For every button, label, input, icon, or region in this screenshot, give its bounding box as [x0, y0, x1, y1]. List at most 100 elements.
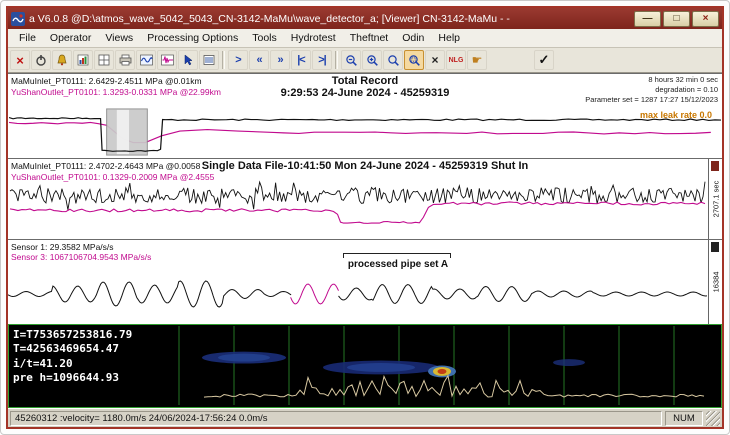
menu-theftnet[interactable]: Theftnet — [343, 30, 396, 46]
single-file-title-wrap: Single Data File-10:41:50 Mon 24-June 20… — [202, 160, 528, 172]
panel-single-data-file[interactable]: MaMuInlet_PT0111: 2.4702-2.4643 MPa @0.0… — [8, 158, 722, 239]
step-forward-button[interactable]: > — [228, 50, 248, 70]
num-lock-indicator: NUM — [665, 411, 703, 426]
check-icon: ✓ — [539, 52, 550, 68]
menu-processing-options[interactable]: Processing Options — [140, 30, 245, 46]
printer-icon — [119, 54, 132, 66]
pointer-tool-button[interactable] — [178, 50, 198, 70]
menu-views[interactable]: Views — [98, 30, 140, 46]
total-record-datetime: 9:29:53 24-June 2024 - 45259319 — [281, 87, 450, 99]
time-scale-label: 2707.1 sec — [711, 181, 720, 218]
rewind-button[interactable]: « — [249, 50, 269, 70]
signal-icon — [161, 54, 174, 66]
menu-help[interactable]: Help — [431, 30, 467, 46]
record-duration: 8 hours 32 min 0 sec — [585, 75, 718, 85]
cursor-icon — [183, 54, 194, 66]
menubar: File Operator Views Processing Options T… — [8, 29, 722, 48]
toolbar-separator — [335, 51, 338, 69]
strip-marker — [711, 242, 719, 252]
bar-chart-icon — [77, 54, 89, 66]
zoom-reset-icon — [387, 54, 400, 67]
bell-icon — [56, 54, 68, 66]
rewind-icon: « — [256, 54, 261, 66]
fast-forward-icon: » — [277, 54, 282, 66]
record-parameter-set: Parameter set = 1287 17:27 15/12/2023 — [585, 95, 718, 105]
zoom-in-icon — [366, 54, 379, 67]
clear-button[interactable]: × — [10, 50, 30, 70]
grid-icon — [98, 54, 110, 66]
grid-view-button[interactable] — [94, 50, 114, 70]
series-outlet-label: YuShanOutlet_PT0101: 0.1329-0.2009 MPa @… — [11, 172, 214, 182]
sensor1-label: Sensor 1: 29.3582 MPa/s/s — [11, 242, 114, 252]
hand-tool-button[interactable]: ☛ — [467, 50, 487, 70]
step-forward-icon: > — [235, 54, 240, 66]
alarm-button[interactable] — [52, 50, 72, 70]
sensor3-label: Sensor 3: 1067106704.9543 MPa/s/s — [11, 252, 151, 262]
max-leak-rate: max leak rate 0.0 — [640, 110, 712, 120]
strip-marker — [711, 161, 719, 171]
go-end-icon: >| — [318, 54, 326, 66]
zoom-window-icon — [408, 54, 421, 67]
panel-total-record[interactable]: MaMuInlet_PT0111: 2.6429-2.4511 MPa @0.0… — [8, 73, 722, 158]
window-title: a V6.0.8 @D:\atmos_wave_5042_5043_CN-314… — [29, 13, 630, 25]
menu-hydrotest[interactable]: Hydrotest — [284, 30, 343, 46]
power-button[interactable] — [31, 50, 51, 70]
power-icon — [35, 54, 47, 66]
nlg-button[interactable]: NLG — [446, 50, 466, 70]
menu-tools[interactable]: Tools — [245, 30, 284, 46]
series-outlet-label: YuShanOutlet_PT0101: 1.3293-0.0331 MPa @… — [11, 87, 221, 97]
go-start-button[interactable]: |< — [291, 50, 311, 70]
readout-line-2: T=42563469654.47 — [13, 342, 132, 356]
menu-odin[interactable]: Odin — [395, 30, 431, 46]
zoom-reset-button[interactable] — [383, 50, 403, 70]
minimize-button[interactable]: — — [634, 11, 661, 27]
bar-chart-button[interactable] — [73, 50, 93, 70]
fit-extents-icon: × — [431, 53, 438, 67]
total-record-header: Total Record 9:29:53 24-June 2024 - 4525… — [281, 75, 450, 99]
list-icon — [203, 54, 215, 66]
series-inlet-label: MaMuInlet_PT0111: 2.4702-2.4643 MPa @0.0… — [11, 161, 200, 171]
status-message: 45260312 :velocity= 1180.0m/s 24/06/2024… — [10, 411, 662, 426]
go-end-button[interactable]: >| — [312, 50, 332, 70]
panel-spectrogram[interactable]: I=T753657253816.79 T=42563469654.47 i/t=… — [8, 324, 722, 408]
go-start-icon: |< — [297, 54, 305, 66]
resize-grip[interactable] — [706, 411, 720, 426]
zoom-out-icon — [345, 54, 358, 67]
close-button[interactable]: × — [692, 11, 719, 27]
page: a V6.0.8 @D:\atmos_wave_5042_5043_CN-314… — [0, 0, 730, 435]
print-button[interactable] — [115, 50, 135, 70]
signal-view-button[interactable] — [157, 50, 177, 70]
total-record-chart[interactable] — [9, 107, 721, 157]
red-x-icon: × — [16, 53, 24, 68]
menu-operator[interactable]: Operator — [43, 30, 98, 46]
app-icon — [11, 12, 25, 26]
zoom-in-button[interactable] — [362, 50, 382, 70]
hand-icon: ☛ — [472, 53, 483, 67]
confirm-button[interactable]: ✓ — [534, 50, 554, 70]
statusbar: 45260312 :velocity= 1180.0m/s 24/06/2024… — [8, 408, 722, 427]
amplitude-scale-label: 16384 — [711, 272, 720, 293]
readout-line-1: I=T753657253816.79 — [13, 328, 132, 342]
maximize-button[interactable]: □ — [663, 11, 690, 27]
panel-sensors[interactable]: Sensor 1: 29.3582 MPa/s/s Sensor 3: 1067… — [8, 239, 722, 324]
readout-line-4: pre h=1096644.93 — [13, 371, 132, 385]
window-controls: — □ × — [634, 11, 719, 27]
table-view-button[interactable] — [199, 50, 219, 70]
sensor-wave-chart[interactable] — [8, 262, 707, 322]
close-icon: × — [703, 13, 709, 24]
pipe-set-bracket — [343, 253, 451, 258]
record-degradation: degradation = 0.10 — [585, 85, 718, 95]
fit-extents-button[interactable]: × — [425, 50, 445, 70]
zoom-out-button[interactable] — [341, 50, 361, 70]
wave-chart-icon — [140, 54, 153, 66]
amplitude-scale-strip: 16384 — [708, 240, 722, 324]
toolbar: × — [8, 48, 722, 73]
wave-view-button[interactable] — [136, 50, 156, 70]
titlebar[interactable]: a V6.0.8 @D:\atmos_wave_5042_5043_CN-314… — [8, 8, 722, 29]
nlg-label: NLG — [449, 57, 464, 64]
menu-file[interactable]: File — [12, 30, 43, 46]
fast-forward-button[interactable]: » — [270, 50, 290, 70]
zoom-window-button[interactable] — [404, 50, 424, 70]
toolbar-separator — [222, 51, 225, 69]
maximize-icon: □ — [673, 13, 679, 24]
